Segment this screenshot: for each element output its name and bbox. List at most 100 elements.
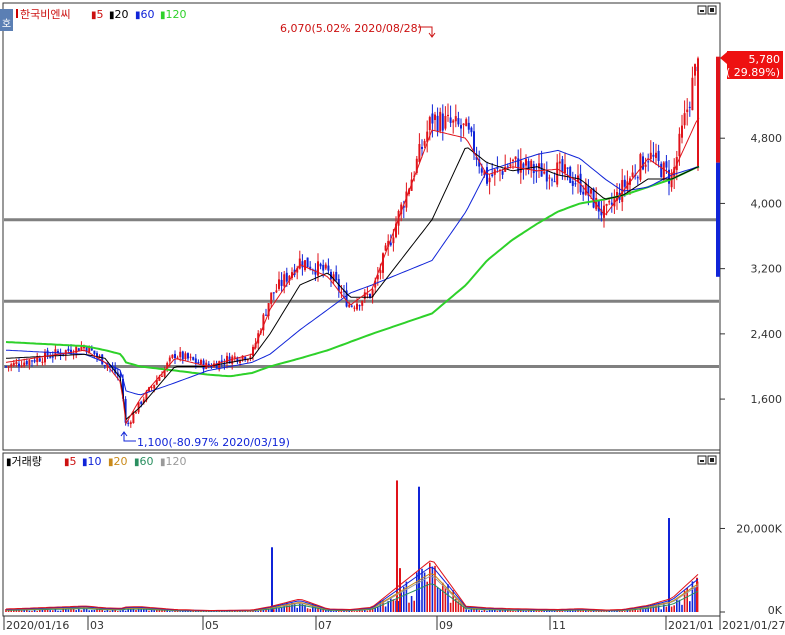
volume-bar xyxy=(660,609,662,612)
volume-bar xyxy=(280,607,283,612)
candle-body xyxy=(15,362,18,365)
candle-body xyxy=(686,109,689,112)
candle-body xyxy=(688,106,691,108)
candle-body xyxy=(545,171,548,182)
volume-bar xyxy=(135,609,137,612)
volume-bar xyxy=(405,581,408,612)
volume-bar xyxy=(169,611,171,612)
stock-name: 한국비엔씨 xyxy=(20,8,71,21)
candle-body xyxy=(335,271,338,281)
x-tick-label: 2021/01/27 xyxy=(722,619,785,632)
price-tick-label: 4,800 xyxy=(751,132,783,145)
volume-bar xyxy=(595,611,597,612)
candle-body xyxy=(353,307,356,309)
volume-bar xyxy=(44,610,46,612)
legend-ma60: 60 xyxy=(141,8,155,21)
volume-bar xyxy=(67,609,70,612)
candle-body xyxy=(608,201,611,203)
volume-bar xyxy=(23,610,25,612)
price-tick-label: 3,200 xyxy=(751,263,783,276)
volume-bar xyxy=(655,605,657,612)
volume-bar xyxy=(439,588,441,612)
candle-body xyxy=(670,175,673,188)
candle-body xyxy=(488,177,491,183)
price-tick-label: 1,600 xyxy=(751,393,783,406)
price-panel-frame xyxy=(2,2,721,451)
candle-body xyxy=(314,269,317,275)
candle-body xyxy=(564,164,566,173)
candle-body xyxy=(681,125,683,138)
candle-body xyxy=(285,272,288,282)
candle-body xyxy=(249,356,252,358)
candle-body xyxy=(678,133,681,157)
volume-bar xyxy=(28,610,31,612)
x-tick-label: 03 xyxy=(90,619,104,632)
candle-body xyxy=(67,348,70,351)
volume-bar xyxy=(468,609,470,612)
volume-bar xyxy=(254,611,257,612)
volume-bar xyxy=(681,604,683,612)
candle-body xyxy=(7,366,10,368)
vol-legend-ma5: 5 xyxy=(70,455,77,468)
low-annotation: 1,100(-80.97% 2020/03/19) xyxy=(137,436,290,449)
volume-bar xyxy=(197,611,200,612)
volume-bar xyxy=(70,609,72,612)
volume-bar xyxy=(410,595,413,612)
volume-bar xyxy=(57,610,59,612)
candle-body xyxy=(603,205,605,218)
candle-body xyxy=(665,161,668,168)
price-tick-label: 2,400 xyxy=(751,328,783,341)
candle-body xyxy=(631,172,634,177)
volume-bar xyxy=(691,581,694,612)
volume-bar xyxy=(88,610,90,612)
candle-body xyxy=(361,300,364,306)
volume-bar xyxy=(91,610,93,612)
volume-bar xyxy=(306,608,309,612)
candle-body xyxy=(174,353,176,359)
current-price-tag-pointer xyxy=(720,52,727,64)
candle-body xyxy=(558,161,561,164)
volume-bar xyxy=(244,611,246,612)
candle-body xyxy=(553,181,556,183)
candle-body xyxy=(465,119,468,127)
volume-spike xyxy=(668,518,670,612)
candle-body xyxy=(418,144,421,162)
volume-bar xyxy=(665,606,668,612)
candle-body xyxy=(275,290,278,293)
volume-bar xyxy=(31,610,33,612)
price-legend: 한국비엔씨 ▮5 ▮20 ▮60 ▮120 xyxy=(20,8,187,21)
candle-body xyxy=(454,116,457,122)
volume-bar xyxy=(426,581,428,612)
volume-bar xyxy=(109,610,111,612)
candle-body xyxy=(179,351,182,358)
volume-bar xyxy=(478,610,480,612)
candle-body xyxy=(551,179,553,181)
candle-body xyxy=(444,116,447,129)
candle-body xyxy=(642,156,644,170)
candle-body xyxy=(350,305,353,307)
volume-bar xyxy=(514,611,517,612)
volume-bar xyxy=(345,611,348,612)
volume-bar xyxy=(49,610,51,612)
candle-body xyxy=(522,163,525,168)
candle-body xyxy=(662,162,665,180)
volume-bar xyxy=(332,610,335,612)
x-tick-label: 09 xyxy=(439,619,453,632)
volume-spike xyxy=(696,577,698,612)
candle-body xyxy=(532,164,535,174)
candle-body xyxy=(556,162,559,185)
volume-bar xyxy=(257,610,259,612)
volume-bar xyxy=(392,599,395,612)
volume-bar xyxy=(93,609,96,612)
candle-body xyxy=(168,357,171,362)
volume-bar xyxy=(481,610,483,612)
volume-spike xyxy=(271,547,273,612)
candle-body xyxy=(192,357,195,360)
volume-bar xyxy=(512,610,514,612)
candle-body xyxy=(519,160,522,173)
candle-body xyxy=(348,304,351,307)
candle-body xyxy=(25,360,28,365)
candle-body xyxy=(379,270,382,274)
candle-body xyxy=(96,353,98,357)
volume-bar xyxy=(416,572,418,612)
